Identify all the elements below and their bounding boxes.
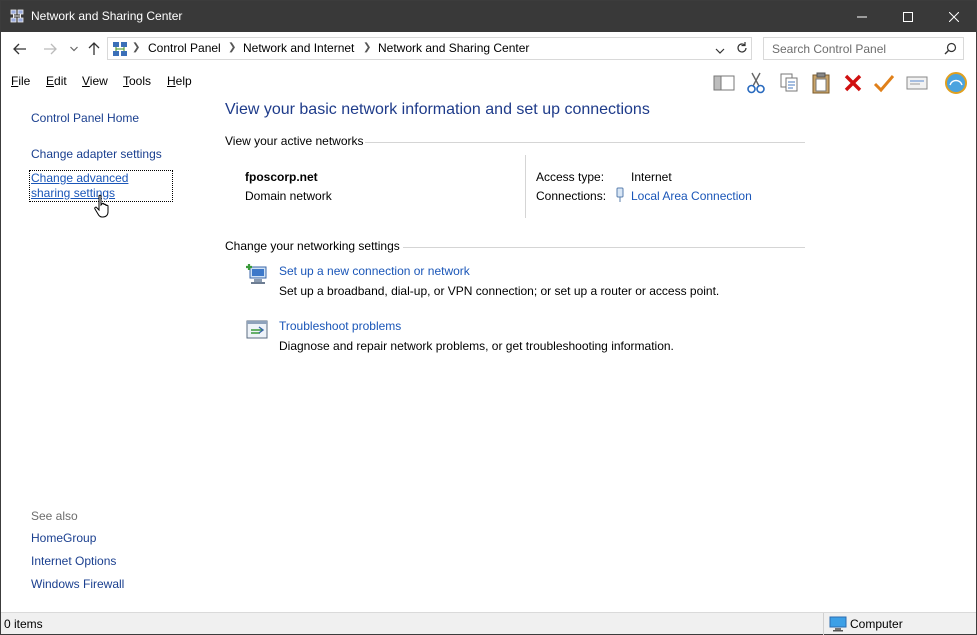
layout-button[interactable]	[712, 71, 736, 95]
menu-help-label: elp	[175, 74, 192, 88]
back-button[interactable]	[11, 40, 29, 58]
delete-button[interactable]	[841, 71, 865, 95]
properties-icon	[906, 76, 928, 90]
page-title: View your basic network information and …	[225, 101, 650, 118]
up-button[interactable]	[85, 40, 103, 58]
homegroup-link[interactable]: HomeGroup	[31, 531, 96, 545]
shell-button[interactable]	[944, 71, 968, 95]
change-adapter-settings-link[interactable]: Change adapter settings	[31, 147, 162, 161]
internet-options-link[interactable]: Internet Options	[31, 554, 116, 568]
computer-icon	[829, 616, 847, 632]
shell-icon	[945, 72, 967, 94]
local-area-connection-link[interactable]: Local Area Connection	[631, 189, 752, 203]
menu-tools-label: ools	[129, 74, 152, 88]
access-type-value: Internet	[631, 170, 672, 184]
setup-new-connection-link[interactable]: Set up a new connection or network	[279, 264, 470, 278]
menu-tools[interactable]: Tools	[123, 74, 151, 88]
menu-file-label: ile	[18, 74, 31, 88]
network-name: fposcorp.net	[245, 170, 318, 184]
delete-icon	[844, 74, 862, 92]
minimize-button[interactable]	[839, 1, 885, 32]
address-dropdown-button[interactable]	[715, 44, 725, 58]
status-divider	[823, 613, 824, 635]
back-arrow-icon	[13, 43, 26, 55]
breadcrumb-control-panel[interactable]: Control Panel	[148, 41, 221, 55]
menu-edit-label: dit	[54, 74, 67, 88]
item-count: 0 items	[4, 617, 43, 631]
ethernet-connection-icon	[616, 187, 624, 202]
breadcrumb-separator-icon[interactable]: ❯	[228, 42, 236, 53]
close-button[interactable]	[931, 1, 977, 32]
close-icon	[949, 11, 959, 22]
main-content: View your basic network information and …	[211, 97, 976, 611]
section-divider	[365, 142, 805, 143]
chevron-down-icon	[70, 46, 78, 52]
zone-label: Computer	[850, 617, 903, 631]
connections-label: Connections:	[536, 189, 607, 203]
navigation-bar: ❯ Control Panel ❯ Network and Internet ❯…	[1, 32, 976, 66]
access-type-label: Access type:	[536, 170, 605, 184]
cut-button[interactable]	[744, 71, 768, 95]
check-icon	[873, 75, 895, 93]
refresh-icon	[737, 42, 747, 53]
menu-bar: File Edit View Tools Help	[1, 66, 976, 97]
forward-button[interactable]	[41, 40, 59, 58]
search-icon	[944, 42, 957, 55]
window: Network and Sharing Center ❯ Control Pan…	[0, 0, 977, 635]
network-type: Domain network	[245, 189, 332, 203]
copy-button[interactable]	[777, 71, 801, 95]
network-center-icon	[113, 42, 127, 56]
breadcrumb-network-and-internet[interactable]: Network and Internet	[243, 41, 354, 55]
title-bar[interactable]: Network and Sharing Center	[1, 1, 976, 32]
vertical-divider	[525, 155, 526, 218]
minimize-icon	[857, 16, 867, 17]
menu-edit[interactable]: Edit	[46, 74, 67, 88]
menu-view[interactable]: View	[82, 74, 108, 88]
window-title: Network and Sharing Center	[31, 9, 183, 23]
left-pane: Control Panel Home Change adapter settin…	[1, 97, 211, 611]
windows-firewall-link[interactable]: Windows Firewall	[31, 577, 124, 591]
section-divider	[403, 247, 805, 248]
copy-icon	[780, 73, 798, 92]
active-networks-header: View your active networks	[225, 134, 364, 148]
chevron-down-icon	[715, 48, 725, 54]
menu-view-label: iew	[89, 74, 108, 88]
menu-help[interactable]: Help	[167, 74, 192, 88]
paste-button[interactable]	[809, 71, 833, 95]
breadcrumb-separator-icon[interactable]: ❯	[132, 42, 140, 53]
address-bar[interactable]: ❯ Control Panel ❯ Network and Internet ❯…	[107, 37, 752, 60]
network-center-icon	[10, 9, 24, 23]
breadcrumb-separator-icon[interactable]: ❯	[363, 42, 371, 53]
breadcrumb-network-and-sharing-center[interactable]: Network and Sharing Center	[378, 41, 529, 55]
troubleshoot-problems-link[interactable]: Troubleshoot problems	[279, 319, 401, 333]
menu-edit-accel: E	[46, 74, 55, 88]
see-also-label: See also	[31, 509, 78, 523]
status-bar: 0 items Computer	[1, 612, 976, 635]
setup-new-connection-description: Set up a broadband, dial-up, or VPN conn…	[279, 284, 720, 298]
control-panel-home-link[interactable]: Control Panel Home	[31, 111, 139, 125]
properties-button[interactable]	[905, 71, 929, 95]
up-arrow-icon	[88, 42, 100, 55]
hand-cursor-icon	[94, 194, 109, 218]
check-button[interactable]	[872, 71, 896, 95]
search-placeholder: Search Control Panel	[772, 42, 887, 56]
forward-arrow-icon	[44, 43, 57, 55]
paste-icon	[812, 72, 830, 94]
new-connection-icon	[246, 264, 267, 284]
menu-view-accel: V	[82, 74, 90, 88]
troubleshoot-icon	[246, 320, 268, 339]
networking-settings-header: Change your networking settings	[225, 239, 400, 253]
maximize-icon	[903, 11, 913, 22]
refresh-button[interactable]	[735, 41, 749, 58]
menu-file[interactable]: File	[11, 74, 30, 88]
recent-locations-button[interactable]	[65, 40, 83, 58]
layout-icon	[713, 75, 735, 91]
troubleshoot-problems-description: Diagnose and repair network problems, or…	[279, 339, 674, 353]
search-input[interactable]: Search Control Panel	[763, 37, 964, 60]
menu-help-accel: H	[167, 74, 176, 88]
cut-icon	[747, 72, 765, 94]
maximize-button[interactable]	[885, 1, 931, 32]
